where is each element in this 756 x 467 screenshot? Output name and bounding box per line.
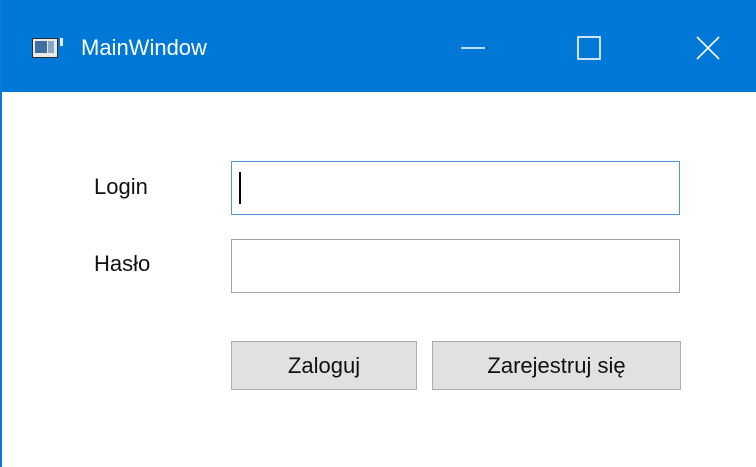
maximize-button[interactable] [560, 18, 620, 78]
maximize-icon [577, 36, 601, 60]
register-button[interactable]: Zarejestruj się [432, 341, 681, 390]
minimize-icon [461, 47, 485, 49]
login-label: Login [94, 174, 148, 199]
window-title: MainWindow [81, 35, 207, 60]
main-window: MainWindow Login Hasło Zaloguj Zarejestr… [0, 0, 756, 467]
minimize-button[interactable] [447, 18, 507, 78]
login-button[interactable]: Zaloguj [231, 341, 417, 390]
text-caret [239, 172, 241, 204]
title-bar[interactable]: MainWindow [2, 0, 756, 92]
close-button[interactable] [677, 18, 737, 78]
window-app-icon [32, 38, 64, 58]
password-label: Hasło [94, 251, 151, 276]
close-icon [696, 36, 720, 60]
login-input[interactable] [231, 161, 680, 215]
password-input[interactable] [231, 239, 680, 293]
